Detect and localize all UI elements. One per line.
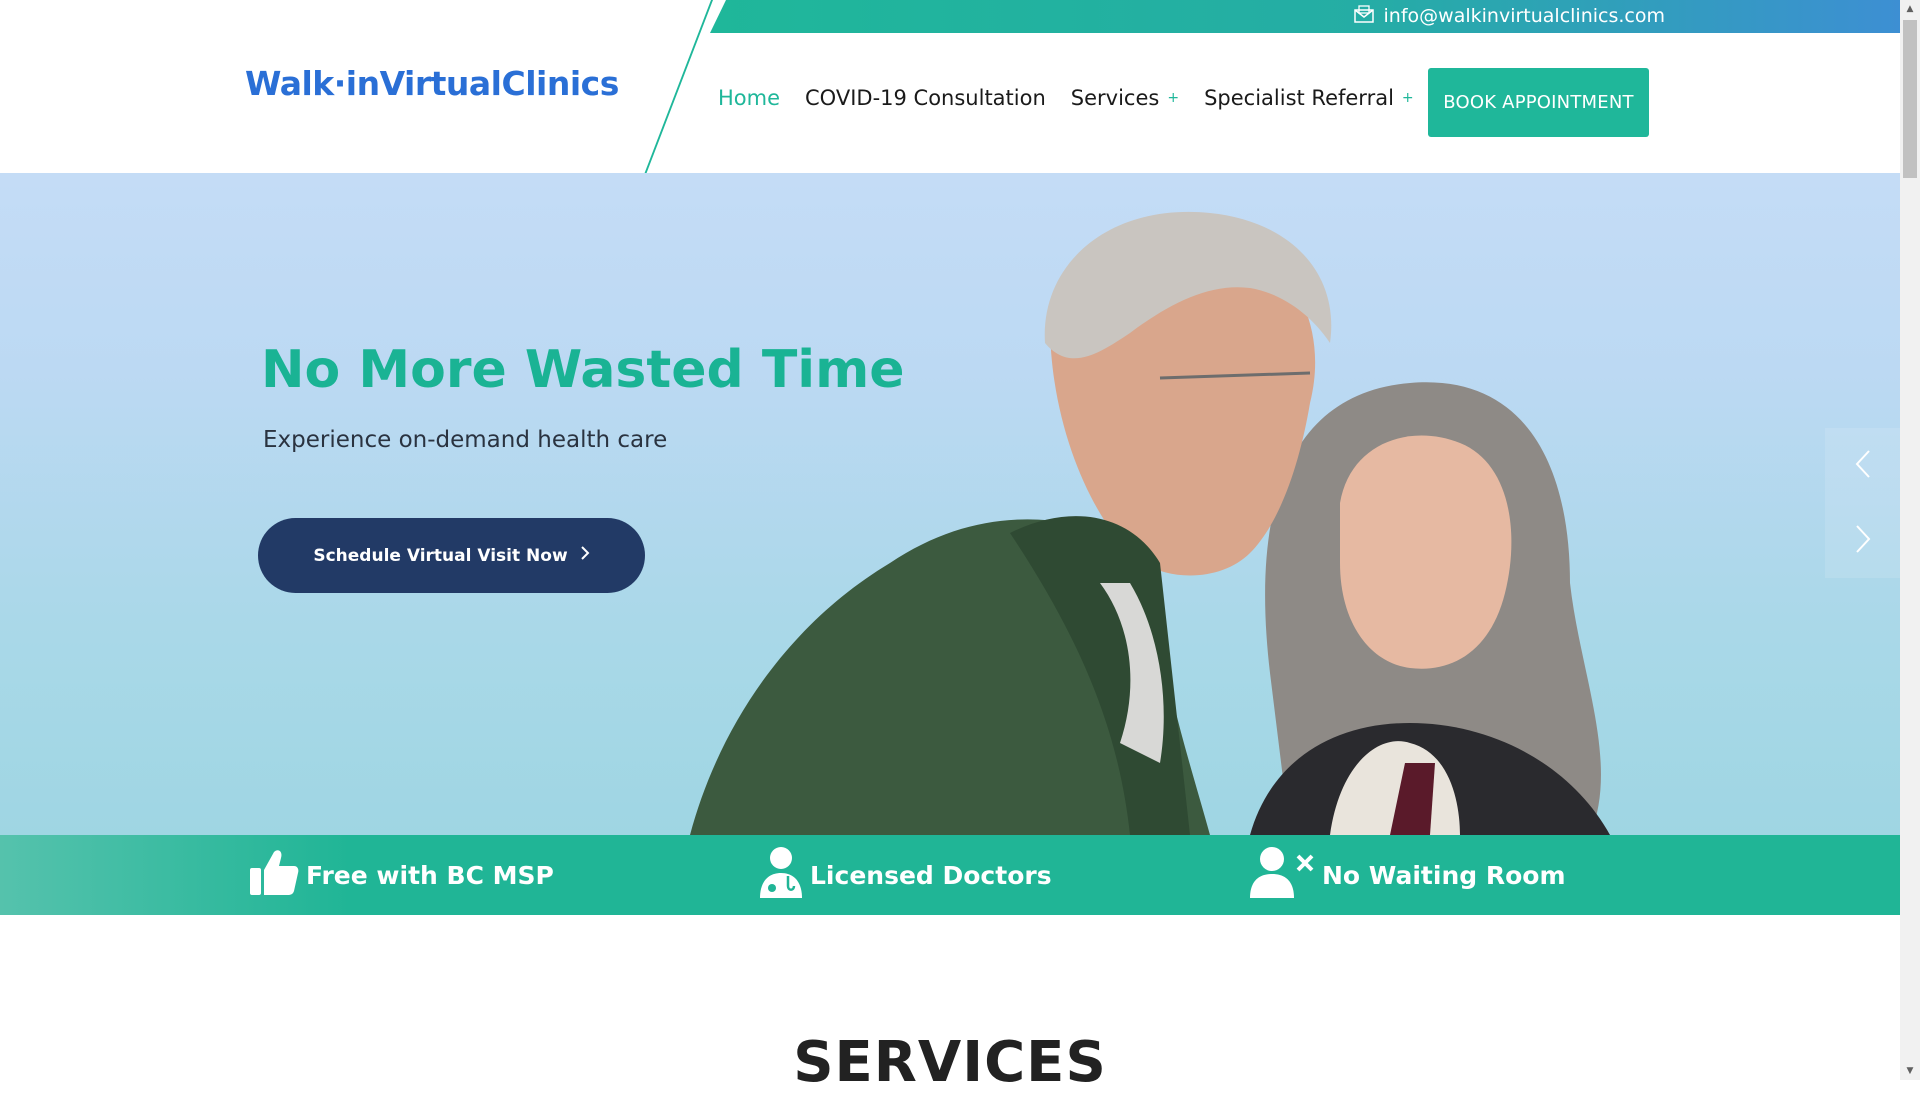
nav-item-services[interactable]: Services + (1071, 86, 1179, 110)
feature-label: Licensed Doctors (810, 860, 1052, 890)
services-heading: SERVICES (793, 1030, 1107, 1095)
book-appointment-button[interactable]: BOOK APPOINTMENT (1428, 68, 1649, 137)
chevron-right-icon (580, 545, 590, 566)
envelope-icon (1353, 4, 1374, 28)
thumbs-up-icon (248, 846, 300, 904)
hero-photo-couple (690, 211, 1610, 835)
contact-email[interactable]: info@walkinvirtualclinics.com (1353, 4, 1665, 28)
hero-subtitle: Experience on-demand health care (263, 427, 668, 453)
scroll-thumb[interactable] (1903, 20, 1917, 178)
site-logo[interactable]: Walk·inVirtualClinics (245, 64, 619, 103)
chevron-right-icon (1855, 524, 1871, 558)
scroll-up-arrow-icon[interactable]: ▲ (1900, 0, 1920, 18)
feature-no-waiting-room: No Waiting Room (1250, 845, 1566, 905)
schedule-visit-label[interactable]: Schedule Virtual Visit Now (313, 546, 567, 566)
hero-title: No More Wasted Time (261, 340, 905, 400)
slider-next-button[interactable] (1825, 503, 1900, 578)
scroll-down-arrow-icon[interactable]: ▼ (1900, 1062, 1920, 1080)
page-scrollbar[interactable]: ▲ ▼ (1900, 0, 1920, 1080)
main-nav: Home COVID-19 Consultation Services + Sp… (718, 86, 1439, 110)
hero-slider: No More Wasted Time Experience on-demand… (0, 173, 1900, 835)
user-remove-icon (1250, 846, 1316, 904)
book-appointment-label[interactable]: BOOK APPOINTMENT (1443, 92, 1633, 113)
nav-item-covid-label[interactable]: COVID-19 Consultation (805, 86, 1046, 110)
top-contact-bar: info@walkinvirtualclinics.com (710, 0, 1900, 33)
nav-item-home[interactable]: Home (718, 86, 780, 110)
nav-item-specialist-referral[interactable]: Specialist Referral + (1204, 86, 1414, 110)
chevron-left-icon (1855, 449, 1871, 483)
submenu-plus-icon[interactable]: + (1167, 90, 1179, 106)
doctor-icon (758, 846, 804, 904)
header-divider (644, 0, 713, 173)
submenu-plus-icon[interactable]: + (1402, 90, 1414, 106)
feature-licensed-doctors: Licensed Doctors (758, 845, 1052, 905)
features-strip: Free with BC MSP Licensed Doctors No Wai… (0, 835, 1900, 915)
nav-item-covid-consultation[interactable]: COVID-19 Consultation (805, 86, 1046, 110)
nav-item-specialist-label[interactable]: Specialist Referral (1204, 86, 1394, 110)
feature-label: Free with BC MSP (306, 860, 554, 890)
nav-item-home-label[interactable]: Home (718, 86, 780, 110)
slider-prev-button[interactable] (1825, 428, 1900, 503)
nav-item-services-label[interactable]: Services (1071, 86, 1160, 110)
schedule-visit-button[interactable]: Schedule Virtual Visit Now (258, 518, 645, 593)
contact-email-text[interactable]: info@walkinvirtualclinics.com (1384, 5, 1665, 27)
feature-free-msp: Free with BC MSP (248, 845, 554, 905)
logo-text[interactable]: Walk·inVirtualClinics (245, 64, 619, 103)
feature-label: No Waiting Room (1322, 860, 1566, 890)
